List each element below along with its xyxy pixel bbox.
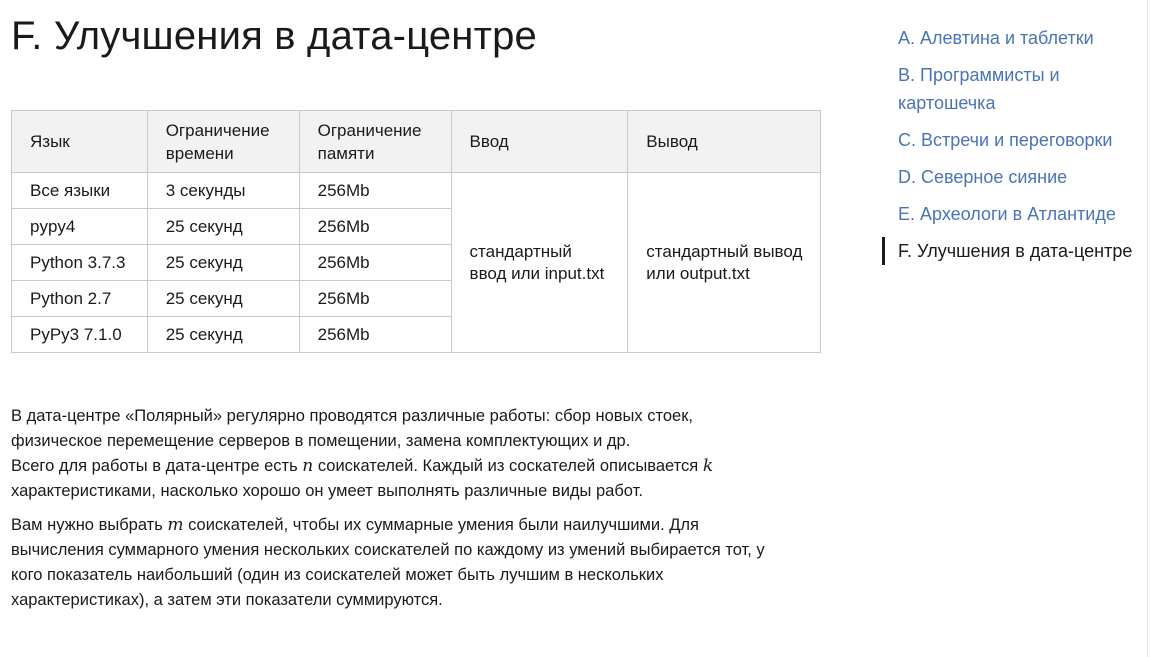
table-row: Все языки 3 секунды 256Mb стандартный вв… [11,172,821,353]
statement-paragraph-2: Вам нужно выбрать m соискателей, чтобы и… [11,513,781,613]
nav-item-problem-b[interactable]: B. Программисты и картошечка [882,61,1142,117]
cell-memory: 256Mb [298,316,452,353]
problem-navigation: A. Алевтина и таблетки B. Программисты и… [882,24,1142,274]
page-title: F. Улучшения в дата-центре [11,14,538,58]
problem-statement: В дата-центре «Полярный» регулярно прово… [11,404,781,622]
cell-language: Все языки [11,172,148,209]
variable-k: k [702,456,714,476]
cell-time: 25 секунд [146,208,300,245]
cell-language: Python 3.7.3 [11,244,148,281]
variable-m: m [167,515,184,535]
statement-paragraph-1: В дата-центре «Полярный» регулярно прово… [11,404,781,504]
cell-time: 25 секунд [146,244,300,281]
header-time-limit: Ограничение времени [146,110,300,173]
variable-n: n [302,456,314,476]
header-language: Язык [11,110,148,173]
statement-text: Вам нужно выбрать [11,516,168,534]
cell-language: pypy4 [11,208,148,245]
nav-item-problem-c[interactable]: C. Встречи и переговорки [882,126,1142,154]
nav-item-problem-e[interactable]: E. Археологи в Атлантиде [882,200,1142,228]
statement-text: В дата-центре «Полярный» регулярно прово… [11,407,694,450]
cell-time: 25 секунд [146,280,300,317]
cell-language: PyPy3 7.1.0 [11,316,148,353]
nav-item-problem-d[interactable]: D. Северное сияние [882,163,1142,191]
nav-item-problem-f-active[interactable]: F. Улучшения в дата-центре [882,237,1142,265]
cell-memory: 256Mb [298,280,452,317]
header-output: Вывод [627,110,821,173]
statement-text: соискателей. Каждый из соскателей описыв… [313,457,703,475]
page-edge-divider [1147,0,1148,657]
cell-memory: 256Mb [298,208,452,245]
nav-item-problem-a[interactable]: A. Алевтина и таблетки [882,24,1142,52]
cell-time: 3 секунды [146,172,300,209]
cell-memory: 256Mb [298,244,452,281]
cell-input: стандартный ввод или input.txt [450,172,629,353]
cell-time: 25 секунд [146,316,300,353]
header-input: Ввод [450,110,629,173]
cell-memory: 256Mb [298,172,452,209]
cell-output: стандартный вывод или output.txt [627,172,821,353]
cell-language: Python 2.7 [11,280,148,317]
statement-text: Всего для работы в дата-центре есть [11,457,303,475]
limits-table: Язык Ограничение времени Ограничение пам… [11,110,821,353]
statement-text: характеристиками, насколько хорошо он ум… [11,482,643,500]
table-header-row: Язык Ограничение времени Ограничение пам… [11,110,821,173]
header-memory-limit: Ограничение памяти [298,110,452,173]
